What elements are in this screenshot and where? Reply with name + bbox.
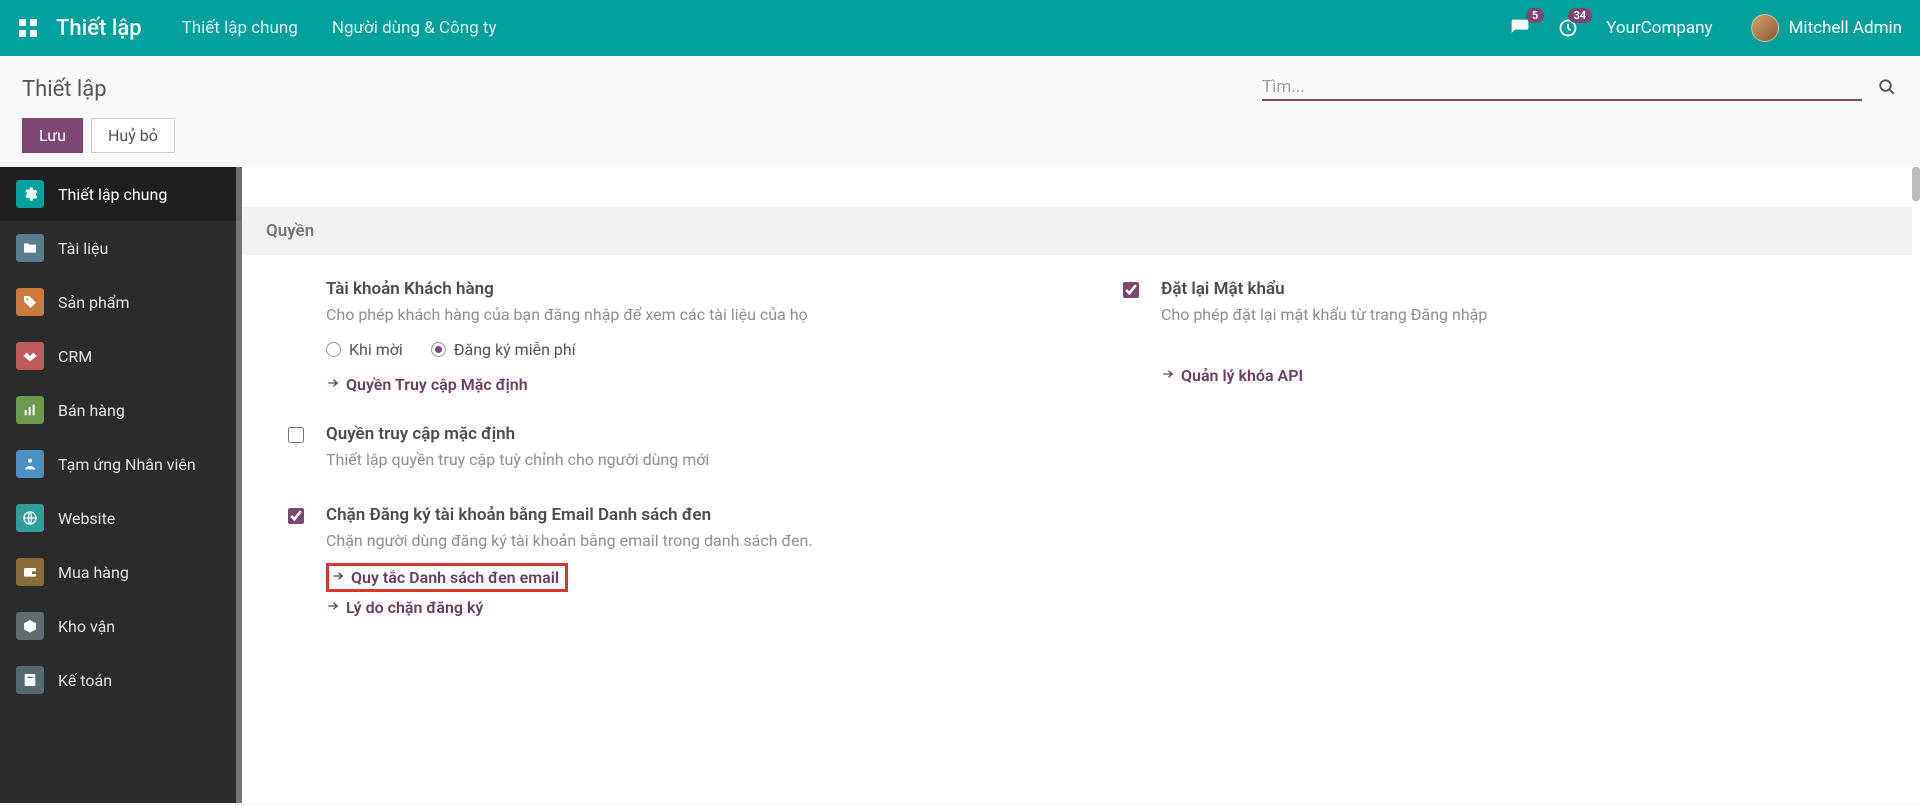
link-label: Quy tắc Danh sách đen email	[351, 568, 559, 587]
setting-blacklist: Chặn Đăng ký tài khoản bằng Email Danh s…	[266, 505, 1053, 622]
sidebar-item-label: Mua hàng	[58, 563, 129, 582]
link-email-blacklist-rules[interactable]: Quy tắc Danh sách đen email	[326, 563, 568, 592]
setting-desc: Thiết lập quyền truy cập tuỳ chỉnh cho n…	[326, 448, 1013, 471]
setting-checkbox-placeholder	[266, 279, 326, 400]
book-icon	[16, 666, 44, 694]
radio-unchecked-icon	[326, 342, 341, 357]
sidebar-item-accounting[interactable]: Kế toán	[0, 653, 242, 707]
sidebar-item-sales[interactable]: Bán hàng	[0, 383, 242, 437]
link-label: Quản lý khóa API	[1181, 366, 1303, 385]
setting-customer-account: Tài khoản Khách hàng Cho phép khách hàng…	[266, 279, 1053, 400]
customer-account-radio-group: Khi mời Đăng ký miễn phí	[326, 340, 1013, 359]
radio-label: Khi mời	[349, 340, 403, 359]
arrow-right-icon	[326, 375, 340, 394]
sidebar-item-label: Website	[58, 509, 115, 528]
sidebar-item-label: CRM	[58, 347, 92, 366]
sidebar-item-inventory[interactable]: Kho vận	[0, 599, 242, 653]
section-rights: Quyền	[242, 207, 1912, 255]
globe-icon	[16, 504, 44, 532]
link-manage-api-keys[interactable]: Quản lý khóa API	[1161, 366, 1303, 385]
discuss-badge: 5	[1526, 8, 1544, 23]
main: Thiết lập chung Tài liệu Sản phẩm CRM Bá…	[0, 167, 1920, 803]
sidebar-item-general[interactable]: Thiết lập chung	[0, 167, 242, 221]
settings-col-right: Đặt lại Mật khẩu Cho phép đặt lại mật kh…	[1077, 279, 1912, 647]
action-buttons: Lưu Huỷ bỏ	[0, 104, 1920, 167]
setting-desc: Cho phép khách hàng của bạn đăng nhập để…	[326, 303, 1013, 326]
radio-label: Đăng ký miễn phí	[454, 340, 576, 359]
settings-sidebar: Thiết lập chung Tài liệu Sản phẩm CRM Bá…	[0, 167, 242, 803]
sidebar-item-purchase[interactable]: Mua hàng	[0, 545, 242, 599]
setting-title: Đặt lại Mật khẩu	[1161, 279, 1848, 299]
link-label: Lý do chặn đăng ký	[346, 598, 483, 617]
checkbox-reset-password[interactable]	[1123, 282, 1139, 298]
arrow-right-icon	[1161, 366, 1175, 385]
user-menu[interactable]: Mitchell Admin	[1751, 14, 1902, 42]
save-button[interactable]: Lưu	[22, 118, 83, 153]
menu-users-companies[interactable]: Người dùng & Công ty	[332, 18, 497, 38]
arrow-right-icon	[331, 568, 345, 587]
setting-desc: Cho phép đặt lại mật khẩu từ trang Đăng …	[1161, 303, 1848, 326]
settings-col-left: Tài khoản Khách hàng Cho phép khách hàng…	[242, 279, 1077, 647]
search-icon[interactable]	[1874, 74, 1900, 104]
sidebar-item-label: Tạm ứng Nhân viên	[58, 455, 196, 474]
chart-icon	[16, 396, 44, 424]
sidebar-item-label: Thiết lập chung	[58, 185, 167, 204]
avatar	[1751, 14, 1779, 42]
activity-badge: 34	[1568, 8, 1593, 23]
discuss-icon[interactable]: 5	[1510, 18, 1530, 38]
tag-icon	[16, 288, 44, 316]
box-icon	[16, 612, 44, 640]
setting-title: Chặn Đăng ký tài khoản bằng Email Danh s…	[326, 505, 1013, 525]
search-box	[1262, 77, 1862, 101]
setting-title: Quyền truy cập mặc định	[326, 424, 1013, 444]
menu-general-settings[interactable]: Thiết lập chung	[182, 18, 298, 38]
company-switcher[interactable]: YourCompany	[1606, 18, 1712, 38]
sidebar-item-crm[interactable]: CRM	[0, 329, 242, 383]
sidebar-item-products[interactable]: Sản phẩm	[0, 275, 242, 329]
wallet-icon	[16, 558, 44, 586]
sidebar-item-label: Tài liệu	[58, 239, 108, 258]
checkbox-blacklist[interactable]	[288, 508, 304, 524]
radio-checked-icon	[431, 342, 446, 357]
checkbox-default-access[interactable]	[288, 427, 304, 443]
search-input[interactable]	[1262, 77, 1862, 97]
discard-button[interactable]: Huỷ bỏ	[91, 118, 175, 153]
handshake-icon	[16, 342, 44, 370]
page-title: Thiết lập	[22, 77, 107, 102]
link-signup-block-reason[interactable]: Lý do chặn đăng ký	[326, 598, 483, 617]
folder-icon	[16, 234, 44, 262]
app-name[interactable]: Thiết lập	[56, 16, 142, 41]
activity-icon[interactable]: 34	[1558, 18, 1578, 38]
radio-on-invitation[interactable]: Khi mời	[326, 340, 403, 359]
arrow-right-icon	[326, 598, 340, 617]
link-default-access-rights[interactable]: Quyền Truy cập Mặc định	[326, 375, 528, 394]
user-name: Mitchell Admin	[1789, 18, 1902, 38]
setting-api-keys: Quản lý khóa API	[1101, 360, 1888, 391]
setting-desc: Chặn người dùng đăng ký tài khoản bằng e…	[326, 529, 1013, 552]
sidebar-item-label: Sản phẩm	[58, 293, 130, 312]
sidebar-item-employee-advance[interactable]: Tạm ứng Nhân viên	[0, 437, 242, 491]
sidebar-item-documents[interactable]: Tài liệu	[0, 221, 242, 275]
sidebar-item-label: Bán hàng	[58, 401, 125, 420]
setting-reset-password: Đặt lại Mật khẩu Cho phép đặt lại mật kh…	[1101, 279, 1888, 336]
sidebar-item-website[interactable]: Website	[0, 491, 242, 545]
link-label: Quyền Truy cập Mặc định	[346, 375, 528, 394]
control-panel: Thiết lập	[0, 56, 1920, 104]
content-scrollbar[interactable]	[1912, 167, 1920, 803]
setting-title: Tài khoản Khách hàng	[326, 279, 1013, 299]
settings-content: Quyền Tài khoản Khách hàng Cho phép khác…	[242, 167, 1920, 803]
radio-free-signup[interactable]: Đăng ký miễn phí	[431, 340, 576, 359]
sidebar-item-label: Kho vận	[58, 617, 115, 636]
hand-money-icon	[16, 450, 44, 478]
setting-default-access: Quyền truy cập mặc định Thiết lập quyền …	[266, 424, 1053, 481]
setting-checkbox-placeholder	[1101, 360, 1161, 391]
apps-icon[interactable]	[18, 18, 38, 38]
gear-icon	[16, 180, 44, 208]
navbar: Thiết lập Thiết lập chung Người dùng & C…	[0, 0, 1920, 56]
settings-grid: Tài khoản Khách hàng Cho phép khách hàng…	[242, 255, 1912, 647]
sidebar-item-label: Kế toán	[58, 671, 112, 690]
